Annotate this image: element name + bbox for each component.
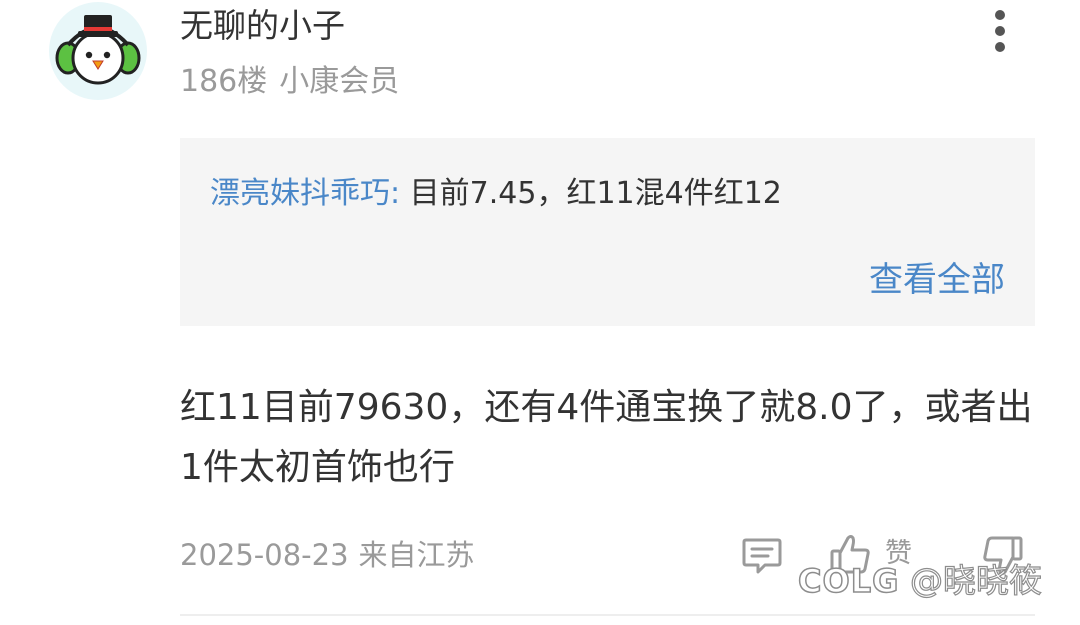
snowman-avatar-icon: [49, 2, 147, 100]
reply-separator: :: [390, 176, 401, 211]
reply-button[interactable]: [741, 536, 783, 576]
watermark: COLG @晓晓筱: [797, 559, 1064, 605]
post-footer-meta: 2025-08-23 来自江苏: [180, 533, 475, 577]
reply-preview-box[interactable]: 漂亮妹抖乖巧: 目前7.45，红11混4件红12 查看全部: [180, 138, 1035, 326]
member-badge: 小康会员: [279, 64, 400, 99]
reply-author[interactable]: 漂亮妹抖乖巧: [210, 176, 390, 211]
more-vertical-icon: [995, 10, 1005, 20]
user-avatar[interactable]: [46, 1, 150, 100]
post-meta: 186楼 小康会员: [180, 62, 399, 102]
watermark-logo: COLG: [797, 561, 900, 601]
comment-page: 无聊的小子 186楼 小康会员 漂亮妹抖乖巧: 目前7.45，红11混4件红12 …: [0, 0, 1080, 625]
post-date: 2025-08-23: [180, 538, 349, 572]
username[interactable]: 无聊的小子: [180, 6, 345, 46]
comment-body: 红11目前79630，还有4件通宝换了就8.0了，或者出1件太初首饰也行: [180, 387, 1033, 488]
watermark-handle: @晓晓筱: [909, 560, 1042, 600]
reply-text: 目前7.45，红11混4件红12: [400, 176, 782, 211]
floor-number: 186楼: [180, 64, 268, 99]
post-location: 来自江苏: [358, 538, 475, 572]
comment-icon: [742, 538, 782, 574]
reply-preview-line: 漂亮妹抖乖巧: 目前7.45，红11混4件红12: [210, 174, 782, 214]
view-all-replies-link[interactable]: 查看全部: [869, 258, 1005, 302]
more-options-button[interactable]: [986, 8, 1014, 54]
divider: [180, 614, 1035, 616]
